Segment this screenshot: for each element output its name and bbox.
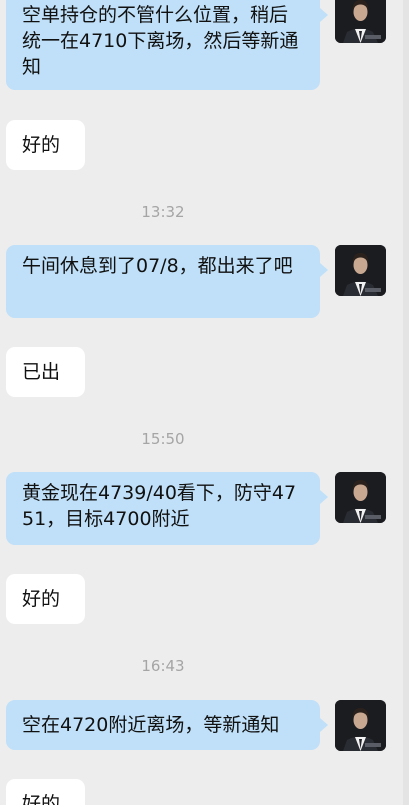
message-text: 黄金现在4739/40看下，防守4751，目标4700附近 (22, 482, 297, 530)
outgoing-message[interactable]: 空单持仓的不管什么位置，稍后统一在4710下离场，然后等新通知 (6, 0, 328, 90)
message-text: 已出 (22, 361, 61, 383)
message-text: 好的 (22, 134, 61, 156)
timestamp: 13:32 (141, 203, 185, 221)
timestamp: 15:50 (141, 430, 185, 448)
avatar[interactable] (335, 0, 386, 43)
message-text: 午间休息到了07/8，都出来了吧 (22, 255, 293, 277)
man-in-suit-avatar-icon (335, 700, 386, 751)
message-text: 好的 (22, 793, 61, 805)
avatar[interactable] (335, 472, 386, 523)
scrollbar[interactable] (403, 0, 409, 805)
avatar[interactable] (335, 700, 386, 751)
message-text: 空单持仓的不管什么位置，稍后统一在4710下离场，然后等新通知 (22, 4, 299, 78)
incoming-message[interactable]: 好的 (6, 779, 85, 805)
timestamp: 16:43 (141, 657, 185, 675)
man-in-suit-avatar-icon (335, 472, 386, 523)
outgoing-message[interactable]: 黄金现在4739/40看下，防守4751，目标4700附近 (6, 472, 328, 545)
man-in-suit-avatar-icon (335, 0, 386, 43)
outgoing-message[interactable]: 空在4720附近离场，等新通知 (6, 700, 328, 750)
message-text: 空在4720附近离场，等新通知 (22, 714, 280, 736)
man-in-suit-avatar-icon (335, 245, 386, 296)
incoming-message[interactable]: 好的 (6, 120, 85, 170)
avatar[interactable] (335, 245, 386, 296)
message-text: 好的 (22, 588, 61, 610)
incoming-message[interactable]: 好的 (6, 574, 85, 624)
chat-window[interactable]: 空单持仓的不管什么位置，稍后统一在4710下离场，然后等新通知 好的 13:32… (0, 0, 409, 805)
outgoing-message[interactable]: 午间休息到了07/8，都出来了吧 (6, 245, 328, 318)
incoming-message[interactable]: 已出 (6, 347, 85, 397)
